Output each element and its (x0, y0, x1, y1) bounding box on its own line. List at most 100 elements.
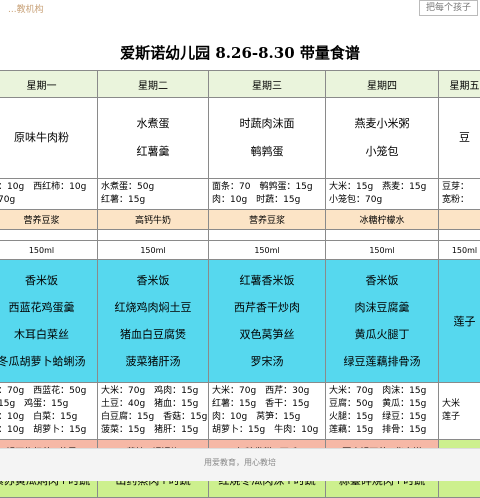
watermark-text: ...教机构 (8, 2, 44, 15)
day-header: 星期一 (0, 71, 98, 98)
lunch-cell: 莲子 (439, 260, 480, 383)
ingredient-line: 豆腐：50g 黄瓜：15g (326, 398, 438, 411)
dish-name: 冬瓜胡萝卜蛤蜊汤 (0, 348, 97, 375)
spacer-cell (209, 230, 326, 241)
spacer-cell (439, 230, 480, 241)
dish-name: 西芹香干炒肉 (209, 294, 325, 321)
ingredients-cell: 大米：70g 鸡肉：15g 土豆：40g 猪血：15g 白豆腐：15g 香菇：1… (98, 383, 209, 440)
ingredient-line: ：70g (0, 194, 97, 207)
dish-name: 原味牛肉粉 (0, 124, 97, 152)
spacer-row (0, 230, 480, 241)
ingredient-line: 大米：70g 西芹：30g (209, 385, 325, 398)
ingredient-line: 莲子 (439, 411, 480, 424)
weekly-menu-table: 星期一 星期二 星期三 星期四 星期五 原味牛肉粉 水煮蛋 红薯羹 时蔬肉沫面 … (0, 70, 480, 498)
drink-cell: 营养豆浆 (0, 210, 98, 230)
ingredient-line: 土豆：40g 猪血：15g (98, 398, 208, 411)
ingredient-line: 宽粉： (439, 194, 480, 207)
drink-cell: 冰糖柠檬水 (326, 210, 439, 230)
dish-name: 黄瓜火腿丁 (326, 321, 438, 348)
breakfast-cell: 豆 (439, 98, 480, 179)
ingredient-line: 大米 (439, 398, 480, 411)
dish-name: 菠菜猪肝汤 (98, 348, 208, 375)
ingredients-cell: 大米：70g 肉沫：15g 豆腐：50g 黄瓜：15g 火腿：15g 绿豆：15… (326, 383, 439, 440)
day-header-row: 星期一 星期二 星期三 星期四 星期五 (0, 71, 480, 98)
lunch-row: 香米饭 西蓝花鸡蛋羹 木耳白菜丝 冬瓜胡萝卜蛤蜊汤 香米饭 红烧鸡肉焖土豆 猪血… (0, 260, 480, 383)
ingredients-cell: 大米：15g 燕麦：15g 小笼包：70g (326, 179, 439, 210)
ingredient-line: 肉：10g 莴笋：15g (209, 411, 325, 424)
dish-name: 香米饭 (0, 267, 97, 294)
ingredient-line: 菠菜：15g 猪肝：15g (98, 424, 208, 437)
motto-badge: 把每个孩子 (419, 0, 478, 16)
day-header: 星期五 (439, 71, 480, 98)
ingredient-line: 大米：70g 鸡肉：15g (98, 385, 208, 398)
spacer-cell (0, 230, 98, 241)
lunch-cell: 香米饭 肉沫豆腐羹 黄瓜火腿丁 绿豆莲藕排骨汤 (326, 260, 439, 383)
ingredients-cell: 大米：70g 西芹：30g 红薯：15g 香干：15g 肉：10g 莴笋：15g… (209, 383, 326, 440)
page-title: 爱斯诺幼儿园 8.26-8.30 带量食谱 (0, 42, 480, 63)
dish-name: 鹌鹑蛋 (209, 138, 325, 166)
dish-name: 香米饭 (326, 267, 438, 294)
ingredient-line: 白豆腐：15g 香菇：15g (98, 411, 208, 424)
dish-name: 香米饭 (98, 267, 208, 294)
spacer-cell (98, 230, 209, 241)
lunch-cell: 香米饭 西蓝花鸡蛋羹 木耳白菜丝 冬瓜胡萝卜蛤蜊汤 (0, 260, 98, 383)
ingredient-line: 红薯：15g (98, 194, 208, 207)
drink-cell: 营养豆浆 (209, 210, 326, 230)
dish-name: 时蔬肉沫面 (209, 110, 325, 138)
ingredient-line: 大米：70g 肉沫：15g (326, 385, 438, 398)
volume-cell: 150ml (0, 241, 98, 260)
footer-bar: 用爱教育，用心教培 (0, 448, 480, 481)
breakfast-cell: 时蔬肉沫面 鹌鹑蛋 (209, 98, 326, 179)
ingredients-cell: 水煮蛋：50g 红薯：15g (98, 179, 209, 210)
footer-slogan: 用爱教育，用心教培 (0, 457, 480, 468)
volume-cell: 150ml (439, 241, 480, 260)
volume-cell: 150ml (98, 241, 209, 260)
spacer-cell (326, 230, 439, 241)
breakfast-cell: 燕麦小米粥 小笼包 (326, 98, 439, 179)
dish-name: 水煮蛋 (98, 110, 208, 138)
breakfast-cell: 原味牛肉粉 (0, 98, 98, 179)
lunch-ingredients-row: 米：70g 西蓝花：50g ：15g 鸡蛋：15g 耳：10g 白菜：15g 瓜… (0, 383, 480, 440)
dish-name: 莲子 (439, 308, 480, 335)
drink-cell: 高钙牛奶 (98, 210, 209, 230)
ingredient-line: 小笼包：70g (326, 194, 438, 207)
dish-name: 红薯香米饭 (209, 267, 325, 294)
ingredients-cell: 面条：70 鹌鹑蛋：15g 肉：10g 时蔬：15g (209, 179, 326, 210)
dish-name: 西蓝花鸡蛋羹 (0, 294, 97, 321)
ingredient-line: 胡萝卜：15g 牛肉：10g (209, 424, 325, 437)
ingredient-line: 火腿：15g 绿豆：15g (326, 411, 438, 424)
breakfast-row: 原味牛肉粉 水煮蛋 红薯羹 时蔬肉沫面 鹌鹑蛋 燕麦小米粥 小笼包 豆 (0, 98, 480, 179)
ingredient-line: 肉：10g 时蔬：15g (209, 194, 325, 207)
breakfast-ingredients-row: 肉：10g 西红柿：10g ：70g 水煮蛋：50g 红薯：15g 面条：70 … (0, 179, 480, 210)
dish-name: 小笼包 (326, 138, 438, 166)
ingredient-line: 米：70g 西蓝花：50g (0, 385, 97, 398)
volume-cell: 150ml (209, 241, 326, 260)
ingredients-cell: 米：70g 西蓝花：50g ：15g 鸡蛋：15g 耳：10g 白菜：15g 瓜… (0, 383, 98, 440)
ingredient-line: 水煮蛋：50g (98, 181, 208, 194)
drink-row: 营养豆浆 高钙牛奶 营养豆浆 冰糖柠檬水 (0, 210, 480, 230)
dish-name: 木耳白菜丝 (0, 321, 97, 348)
day-header: 星期二 (98, 71, 209, 98)
ingredients-cell: 豆芽： 宽粉： (439, 179, 480, 210)
ingredients-cell: 肉：10g 西红柿：10g ：70g (0, 179, 98, 210)
menu-sheet: 星期一 星期二 星期三 星期四 星期五 原味牛肉粉 水煮蛋 红薯羹 时蔬肉沫面 … (0, 70, 480, 448)
ingredient-line: 耳：10g 白菜：15g (0, 411, 97, 424)
ingredient-line: 肉：10g 西红柿：10g (0, 181, 97, 194)
dish-name: 猪血白豆腐煲 (98, 321, 208, 348)
dish-name: 红薯羹 (98, 138, 208, 166)
volume-row: 150ml 150ml 150ml 150ml 150ml (0, 241, 480, 260)
dish-name: 红烧鸡肉焖土豆 (98, 294, 208, 321)
ingredient-line: 豆芽： (439, 181, 480, 194)
day-header: 星期三 (209, 71, 326, 98)
dish-name: 双色莴笋丝 (209, 321, 325, 348)
ingredient-line: 面条：70 鹌鹑蛋：15g (209, 181, 325, 194)
ingredients-cell: 大米 莲子 (439, 383, 480, 440)
ingredient-line: 红薯：15g 香干：15g (209, 398, 325, 411)
dish-name: 燕麦小米粥 (326, 110, 438, 138)
ingredient-line: 大米：15g 燕麦：15g (326, 181, 438, 194)
ingredient-line: 瓜：10g 胡萝卜：15g (0, 424, 97, 437)
drink-cell (439, 210, 480, 230)
ingredient-line: 莲藕：15g 排骨：15g (326, 424, 438, 437)
lunch-cell: 香米饭 红烧鸡肉焖土豆 猪血白豆腐煲 菠菜猪肝汤 (98, 260, 209, 383)
breakfast-cell: 水煮蛋 红薯羹 (98, 98, 209, 179)
